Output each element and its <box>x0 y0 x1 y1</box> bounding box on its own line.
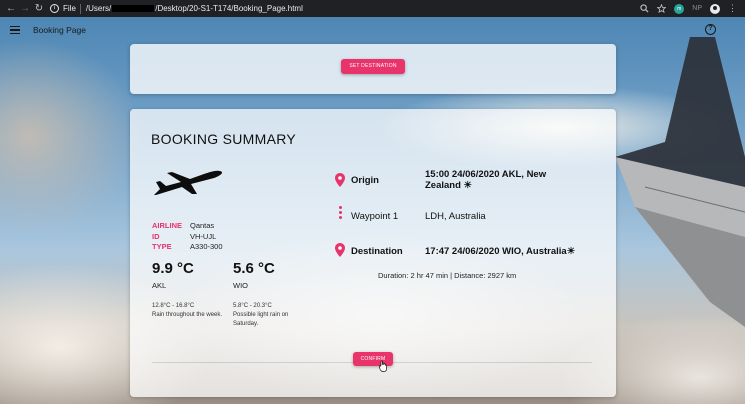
more-menu-icon[interactable]: ⋮ <box>728 3 737 14</box>
browser-toolbar: ← → ↻ i File /Users/ /Desktop/20-S1-T174… <box>0 0 745 17</box>
type-row: TYPE A330-300 <box>152 242 223 253</box>
id-row: ID VH-UJL <box>152 232 223 243</box>
waypoint-dots-icon <box>339 206 342 221</box>
extension-np-icon[interactable]: NP <box>692 5 702 12</box>
airplane-icon <box>154 170 222 195</box>
id-value: VH-UJL <box>190 231 217 241</box>
airline-value: Qantas <box>190 221 215 230</box>
origin-weather-description: Rain throughout the week. <box>152 312 223 318</box>
booking-summary-card: BOOKING SUMMARY AIRLINE Qantas ID VH-UJL… <box>130 109 616 397</box>
help-icon[interactable]: ? <box>705 24 716 35</box>
destination-pin-icon <box>335 243 345 257</box>
address-bar[interactable]: i File /Users/ /Desktop/20-S1-T174/Booki… <box>50 2 640 15</box>
page-background: Booking Page ? SET DESTINATION BOOKING S… <box>0 17 745 404</box>
origin-temp-range: 12.8°C - 16.8°C <box>152 303 195 309</box>
duration-distance: Duration: 2 hr 47 min | Distance: 2927 k… <box>378 271 517 280</box>
destination-temp-range: 5.8°C - 20.3°C <box>233 303 272 309</box>
flight-details: AIRLINE Qantas ID VH-UJL TYPE A330-300 <box>152 221 223 253</box>
airline-row: AIRLINE Qantas <box>152 221 223 232</box>
origin-value: 15:00 24/06/2020 AKL, New Zealand ☀ <box>425 169 547 191</box>
destination-card: SET DESTINATION <box>130 44 616 94</box>
airplane-wing-image <box>615 37 745 327</box>
summary-title: BOOKING SUMMARY <box>151 131 297 147</box>
profile-avatar-icon[interactable] <box>710 3 720 14</box>
destination-weather-description: Possible light rain on Saturday. <box>233 312 289 327</box>
mouse-cursor-icon <box>379 360 387 372</box>
reload-icon[interactable]: ↻ <box>32 2 46 16</box>
destination-label: Destination <box>351 246 403 257</box>
extension-icon[interactable]: m <box>674 3 685 14</box>
file-label: File <box>63 4 76 13</box>
origin-weather-location: AKL <box>152 281 167 290</box>
page-title: Booking Page <box>33 25 86 35</box>
redacted-username <box>112 5 155 12</box>
set-destination-button[interactable]: SET DESTINATION <box>341 59 405 74</box>
info-icon[interactable]: i <box>50 4 59 13</box>
airline-label: AIRLINE <box>152 221 182 230</box>
star-icon[interactable] <box>657 4 667 13</box>
origin-temperature: 9.9 °C <box>152 260 194 277</box>
back-icon[interactable]: ← <box>4 2 18 16</box>
id-label: ID <box>152 231 160 241</box>
type-label: TYPE <box>152 242 172 251</box>
divider <box>79 3 81 14</box>
waypoint-value: LDH, Australia <box>425 211 486 222</box>
destination-temperature: 5.6 °C <box>233 260 275 277</box>
url-suffix: /Desktop/20-S1-T174/Booking_Page.html <box>155 4 303 13</box>
app-bar: Booking Page ? <box>0 17 745 43</box>
destination-weather-location: WIO <box>233 281 248 290</box>
menu-icon[interactable] <box>10 25 20 35</box>
origin-pin-icon <box>335 173 345 187</box>
search-icon[interactable] <box>640 4 649 13</box>
type-value: A330-300 <box>190 242 223 251</box>
origin-label: Origin <box>351 175 379 186</box>
waypoint-label: Waypoint 1 <box>351 211 399 222</box>
forward-icon[interactable]: → <box>18 2 32 16</box>
url-prefix: /Users/ <box>85 4 112 13</box>
destination-value: 17:47 24/06/2020 WIO, Australia☀ <box>425 246 576 257</box>
